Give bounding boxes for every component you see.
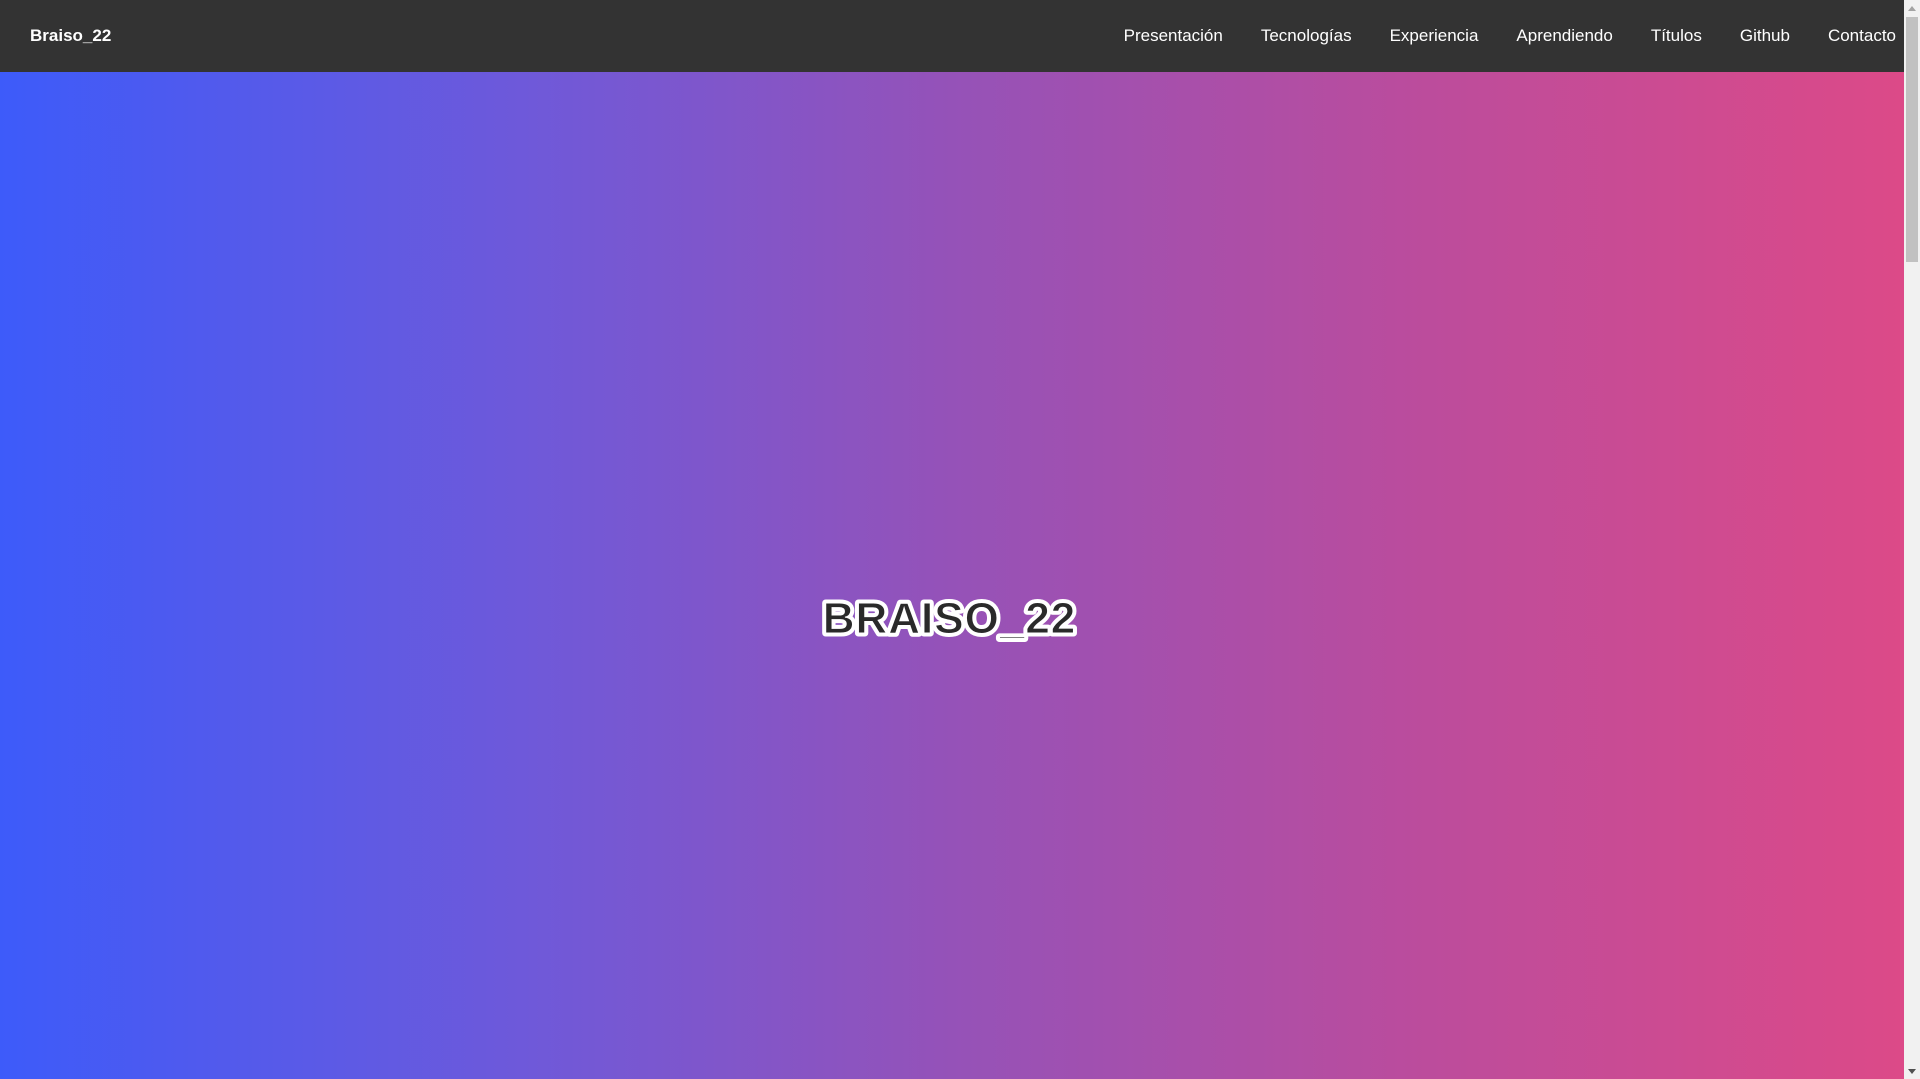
- nav-link-contacto[interactable]: Contacto: [1828, 26, 1896, 45]
- nav-link-presentacion[interactable]: Presentación: [1124, 26, 1223, 45]
- brand-link[interactable]: Braiso_22: [30, 26, 111, 46]
- nav-item-tecnologias: Tecnologías: [1261, 26, 1352, 46]
- nav-links: Presentación Tecnologías Experiencia Apr…: [1086, 26, 1896, 46]
- vertical-scrollbar[interactable]: [1904, 0, 1920, 1079]
- nav-item-titulos: Títulos: [1651, 26, 1702, 46]
- nav-link-experiencia[interactable]: Experiencia: [1390, 26, 1479, 45]
- page: Braiso_22 Presentación Tecnologías Exper…: [0, 0, 1904, 1079]
- nav-link-titulos[interactable]: Títulos: [1651, 26, 1702, 45]
- nav-item-experiencia: Experiencia: [1390, 26, 1479, 46]
- nav-link-aprendiendo[interactable]: Aprendiendo: [1516, 26, 1612, 45]
- nav-item-contacto: Contacto: [1828, 26, 1896, 46]
- nav-item-presentacion: Presentación: [1124, 26, 1223, 46]
- hero-section: [0, 72, 1904, 1079]
- nav-link-tecnologias[interactable]: Tecnologías: [1261, 26, 1352, 45]
- navbar: Braiso_22 Presentación Tecnologías Exper…: [0, 0, 1904, 72]
- scrollbar-thumb[interactable]: [1906, 17, 1918, 262]
- nav-link-github[interactable]: Github: [1740, 26, 1790, 45]
- chevron-down-icon[interactable]: [1904, 1063, 1920, 1079]
- logo-text: BRAISO_22: [823, 594, 1077, 643]
- nav-item-github: Github: [1740, 26, 1790, 46]
- nav-item-aprendiendo: Aprendiendo: [1516, 26, 1612, 46]
- chevron-up-icon[interactable]: [1904, 0, 1920, 16]
- braiso-logo: BRAISO_22 BRAISO_22: [819, 592, 1079, 644]
